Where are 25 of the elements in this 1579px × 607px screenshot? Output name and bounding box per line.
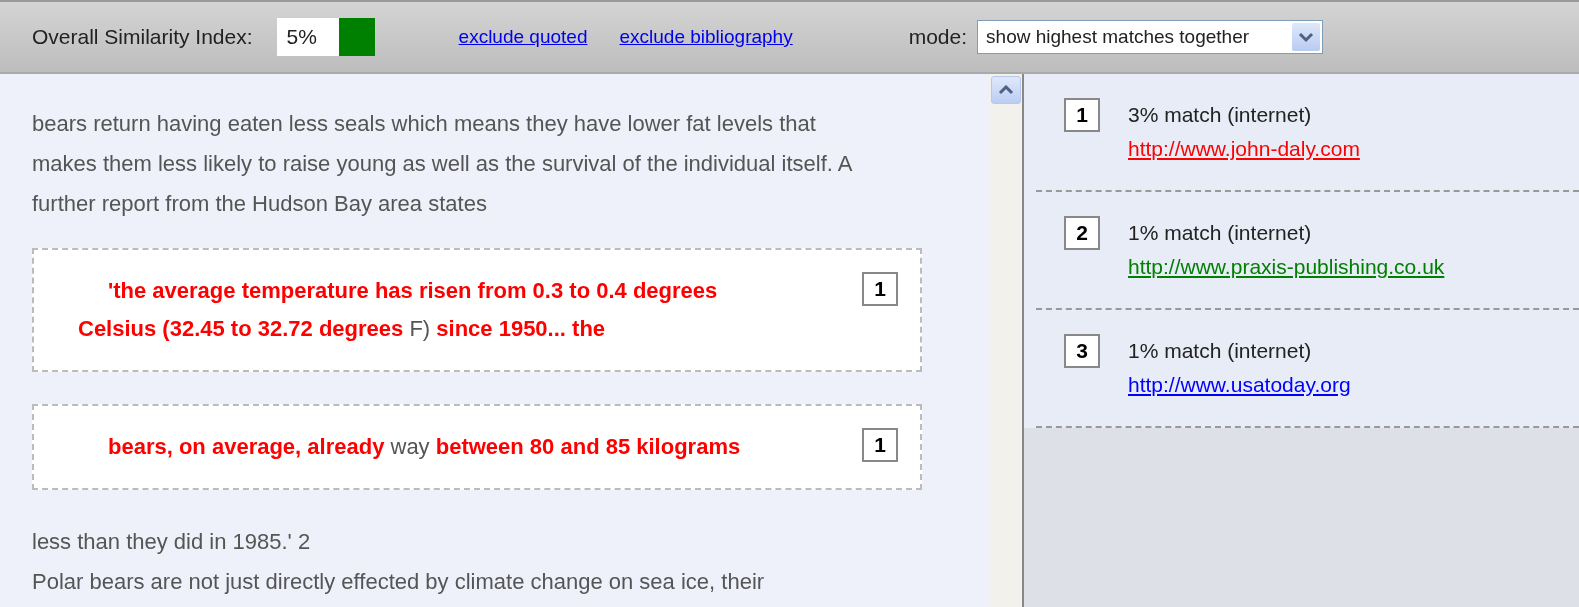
quoted-text: 'the average temperature has risen from 0.3 to 0.4 degrees Celsius (32.45 to 32.72 degrees F) since 1950... the [78,277,719,343]
match-summary: 3% match (internet) [1128,102,1313,128]
chevron-down-icon [1298,31,1315,43]
mode-label: mode: [908,25,968,49]
match-summary: 1% match (internet) [1128,220,1313,246]
chevron-up-icon [998,85,1014,95]
match-number[interactable]: 3 [1064,334,1100,368]
source-number[interactable]: 1 [862,428,898,462]
quoted-text: bears, on average, already way between 80 and 85 kilograms [107,433,742,461]
filter-link[interactable]: exclude quoted [458,26,588,48]
paragraph: less than they did in 1985.' 2 [32,528,312,556]
match-number[interactable]: 2 [1064,216,1100,250]
paragraph: bears return having eaten less seals which means they have lower fat levels that makes them less likely to raise young as well as the survival of the individual itself. A further report from the Hudson Bay area states [32,110,853,218]
match-link[interactable]: http://www.praxis-publishing.co.uk [1128,250,1445,284]
source-number[interactable]: 1 [862,272,898,306]
paragraph: Polar bears are not just directly effected by climate change on sea ice, their [32,568,766,596]
similarity-swatch [338,18,375,56]
filter-link[interactable]: exclude bibliography [619,26,793,48]
match-number[interactable]: 1 [1064,98,1100,132]
similarity-score: 5% [276,18,339,56]
scroll-up-button[interactable] [991,76,1021,104]
mode-dropdown[interactable]: show highest matches together [977,20,1324,54]
match-summary: 1% match (internet) [1128,338,1313,364]
similarity-label: Overall Similarity Index: [32,25,253,49]
match-link[interactable]: http://www.usatoday.org [1128,368,1351,402]
